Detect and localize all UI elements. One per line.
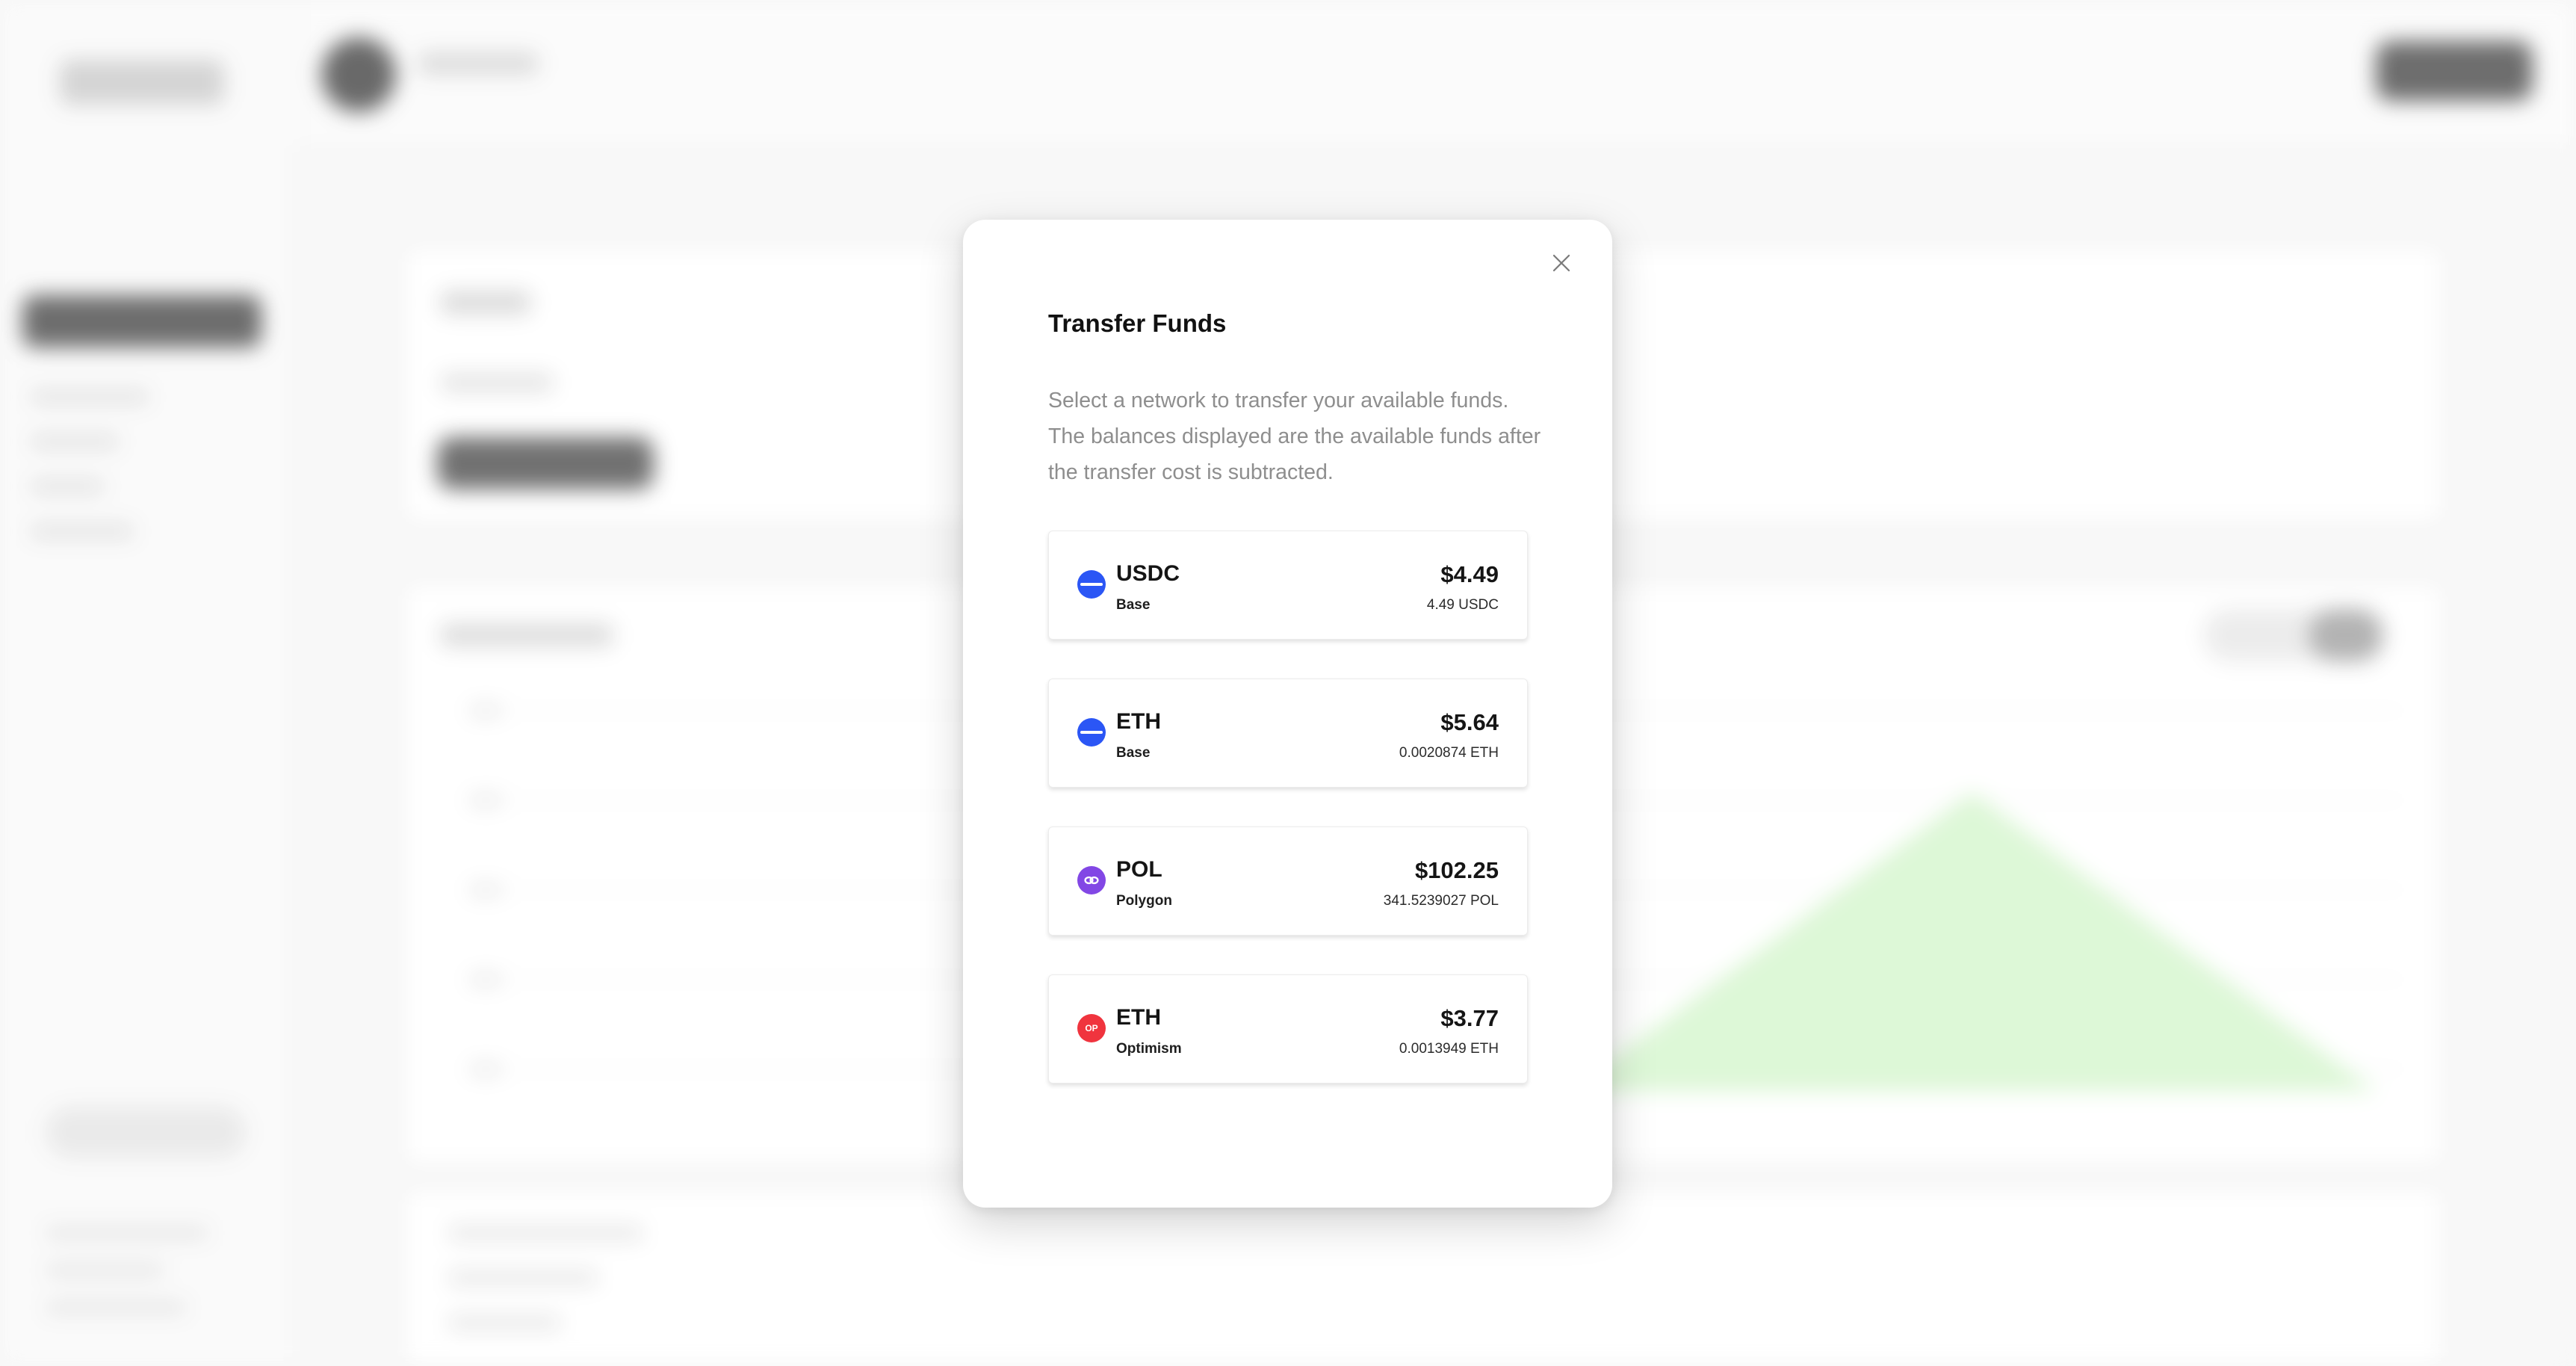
fund-list: USDC Base $4.49 4.49 USDC ETH Base $5.64… (1048, 531, 1528, 1122)
token-network: Base (1116, 745, 1151, 761)
fund-option-usdc-base[interactable]: USDC Base $4.49 4.49 USDC (1048, 531, 1528, 640)
token-network: Polygon (1116, 893, 1172, 909)
base-icon (1077, 570, 1106, 599)
token-name: ETH (1116, 709, 1161, 734)
usd-value: $102.25 (1414, 857, 1499, 883)
polygon-icon (1077, 866, 1106, 894)
token-network: Optimism (1116, 1041, 1182, 1057)
close-icon (1552, 254, 1570, 272)
fund-option-eth-optimism[interactable]: OP ETH Optimism $3.77 0.0013949 ETH (1048, 974, 1528, 1084)
close-button[interactable] (1546, 248, 1576, 278)
polygon-glyph (1084, 876, 1099, 885)
token-name: ETH (1116, 1005, 1161, 1030)
modal-description: Select a network to transfer your availa… (1048, 389, 1541, 484)
fund-option-eth-base[interactable]: ETH Base $5.64 0.0020874 ETH (1048, 679, 1528, 788)
token-amount: 341.5239027 POL (1383, 893, 1499, 909)
token-amount: 0.0020874 ETH (1399, 745, 1499, 761)
fund-option-pol-polygon[interactable]: POL Polygon $102.25 341.5239027 POL (1048, 826, 1528, 936)
modal-title: Transfer Funds (1048, 309, 1227, 337)
base-icon (1077, 718, 1106, 747)
usd-value: $5.64 (1440, 709, 1499, 735)
transfer-funds-modal: Transfer Funds Select a network to trans… (963, 220, 1612, 1208)
usd-value: $3.77 (1440, 1005, 1499, 1031)
token-amount: 0.0013949 ETH (1399, 1041, 1499, 1057)
token-name: USDC (1116, 561, 1180, 586)
token-name: POL (1116, 857, 1162, 882)
token-network: Base (1116, 597, 1151, 613)
token-amount: 4.49 USDC (1426, 597, 1499, 613)
usd-value: $4.49 (1440, 561, 1499, 587)
optimism-icon: OP (1077, 1014, 1106, 1042)
